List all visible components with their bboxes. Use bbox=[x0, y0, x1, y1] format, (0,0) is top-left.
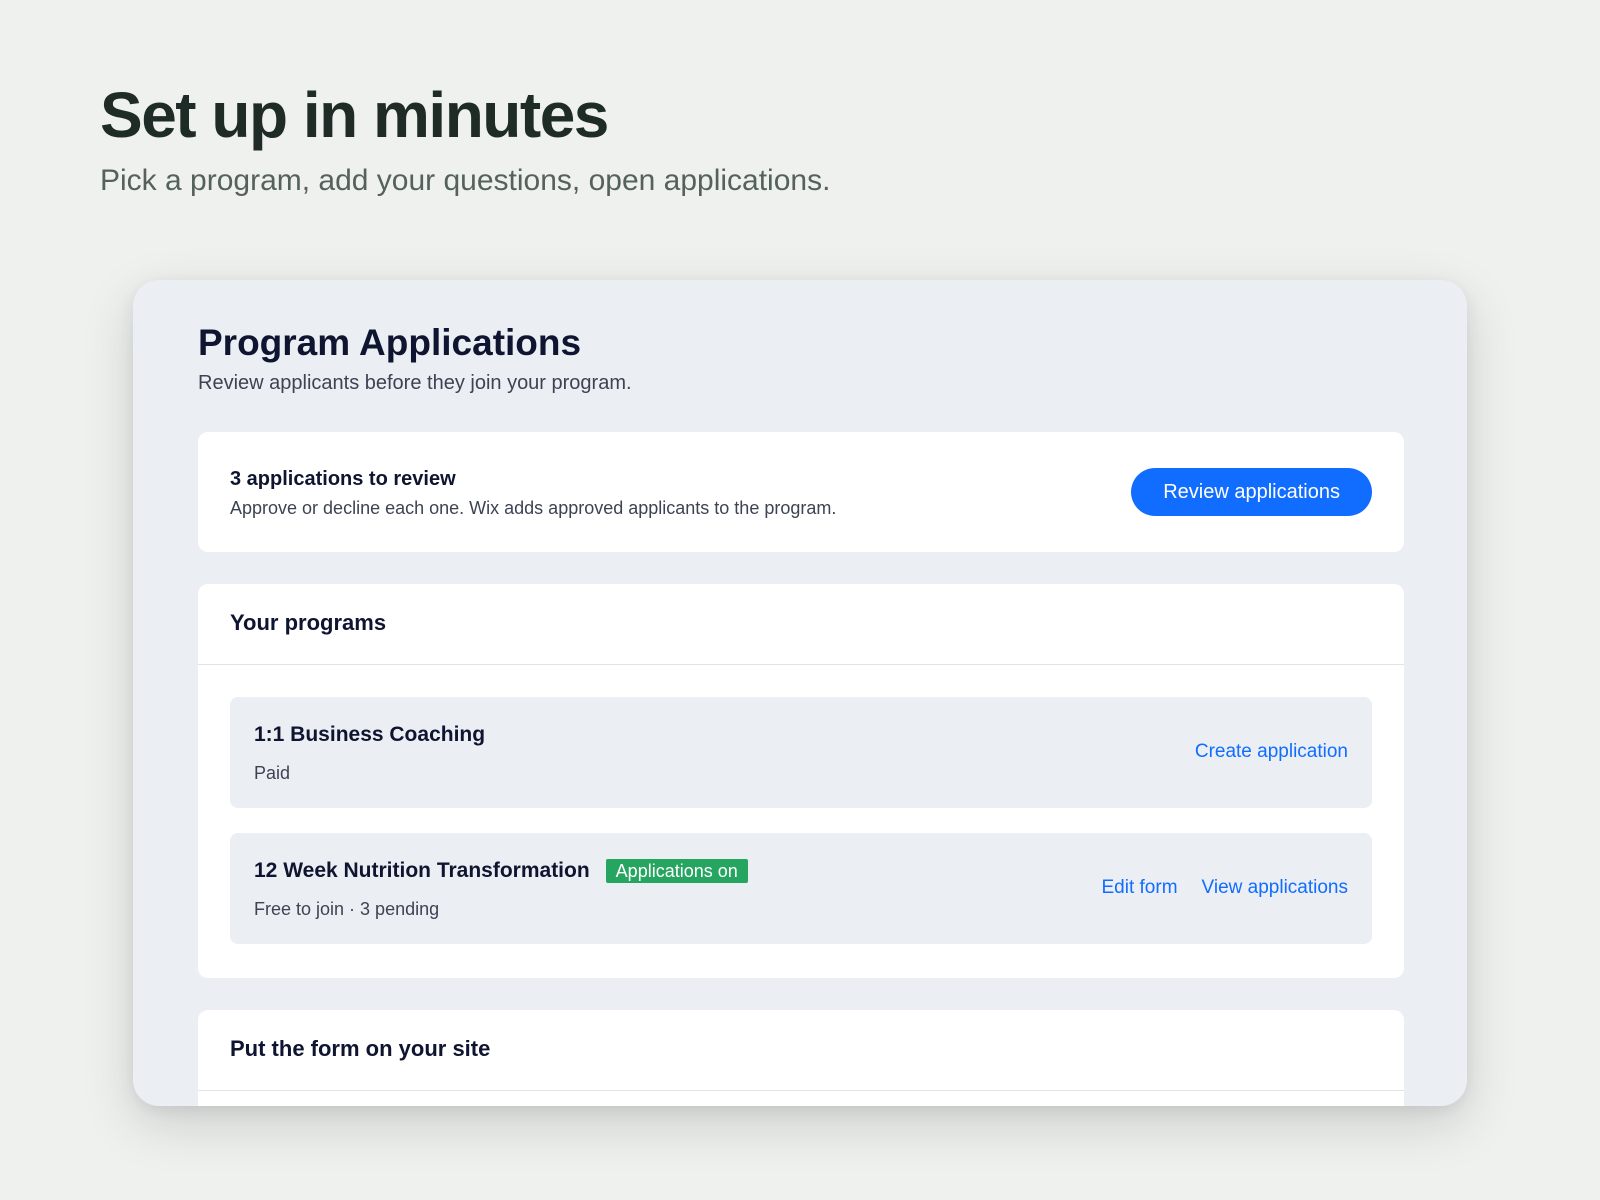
hero-subtitle: Pick a program, add your questions, open… bbox=[100, 164, 831, 197]
view-applications-link[interactable]: View applications bbox=[1202, 877, 1348, 899]
review-panel: 3 applications to review Approve or decl… bbox=[198, 432, 1404, 552]
embed-title: Put the form on your site bbox=[230, 1036, 491, 1061]
review-applications-button[interactable]: Review applications bbox=[1131, 468, 1372, 516]
program-actions: Edit form View applications bbox=[1102, 877, 1349, 899]
programs-panel: Your programs 1:1 Business Coaching Paid… bbox=[198, 584, 1404, 978]
program-name-line: 1:1 Business Coaching bbox=[254, 723, 485, 747]
page-title: Program Applications bbox=[198, 322, 582, 363]
review-description: Approve or decline each one. Wix adds ap… bbox=[230, 498, 837, 518]
program-name: 12 Week Nutrition Transformation bbox=[254, 859, 590, 882]
program-meta: Paid bbox=[254, 763, 291, 783]
program-meta: Free to join · 3 pending bbox=[254, 899, 440, 919]
program-name-line: 12 Week Nutrition Transformation Applica… bbox=[254, 859, 748, 883]
create-application-link[interactable]: Create application bbox=[1195, 741, 1348, 763]
program-row: 1:1 Business Coaching Paid Create applic… bbox=[230, 697, 1372, 808]
program-row: 12 Week Nutrition Transformation Applica… bbox=[230, 833, 1372, 944]
program-actions: Create application bbox=[1195, 741, 1348, 763]
review-count-heading: 3 applications to review bbox=[230, 468, 456, 490]
programs-panel-header: Your programs bbox=[198, 584, 1404, 665]
program-name: 1:1 Business Coaching bbox=[254, 723, 486, 746]
hero-title: Set up in minutes bbox=[100, 79, 609, 151]
programs-title: Your programs bbox=[230, 610, 387, 635]
status-badge: Applications on bbox=[605, 859, 748, 883]
app-window: Program Applications Review applicants b… bbox=[133, 280, 1467, 1106]
page-subtitle: Review applicants before they join your … bbox=[198, 372, 632, 394]
embed-panel: Put the form on your site bbox=[198, 1010, 1404, 1106]
embed-panel-header: Put the form on your site bbox=[198, 1010, 1404, 1091]
edit-form-link[interactable]: Edit form bbox=[1102, 877, 1178, 899]
